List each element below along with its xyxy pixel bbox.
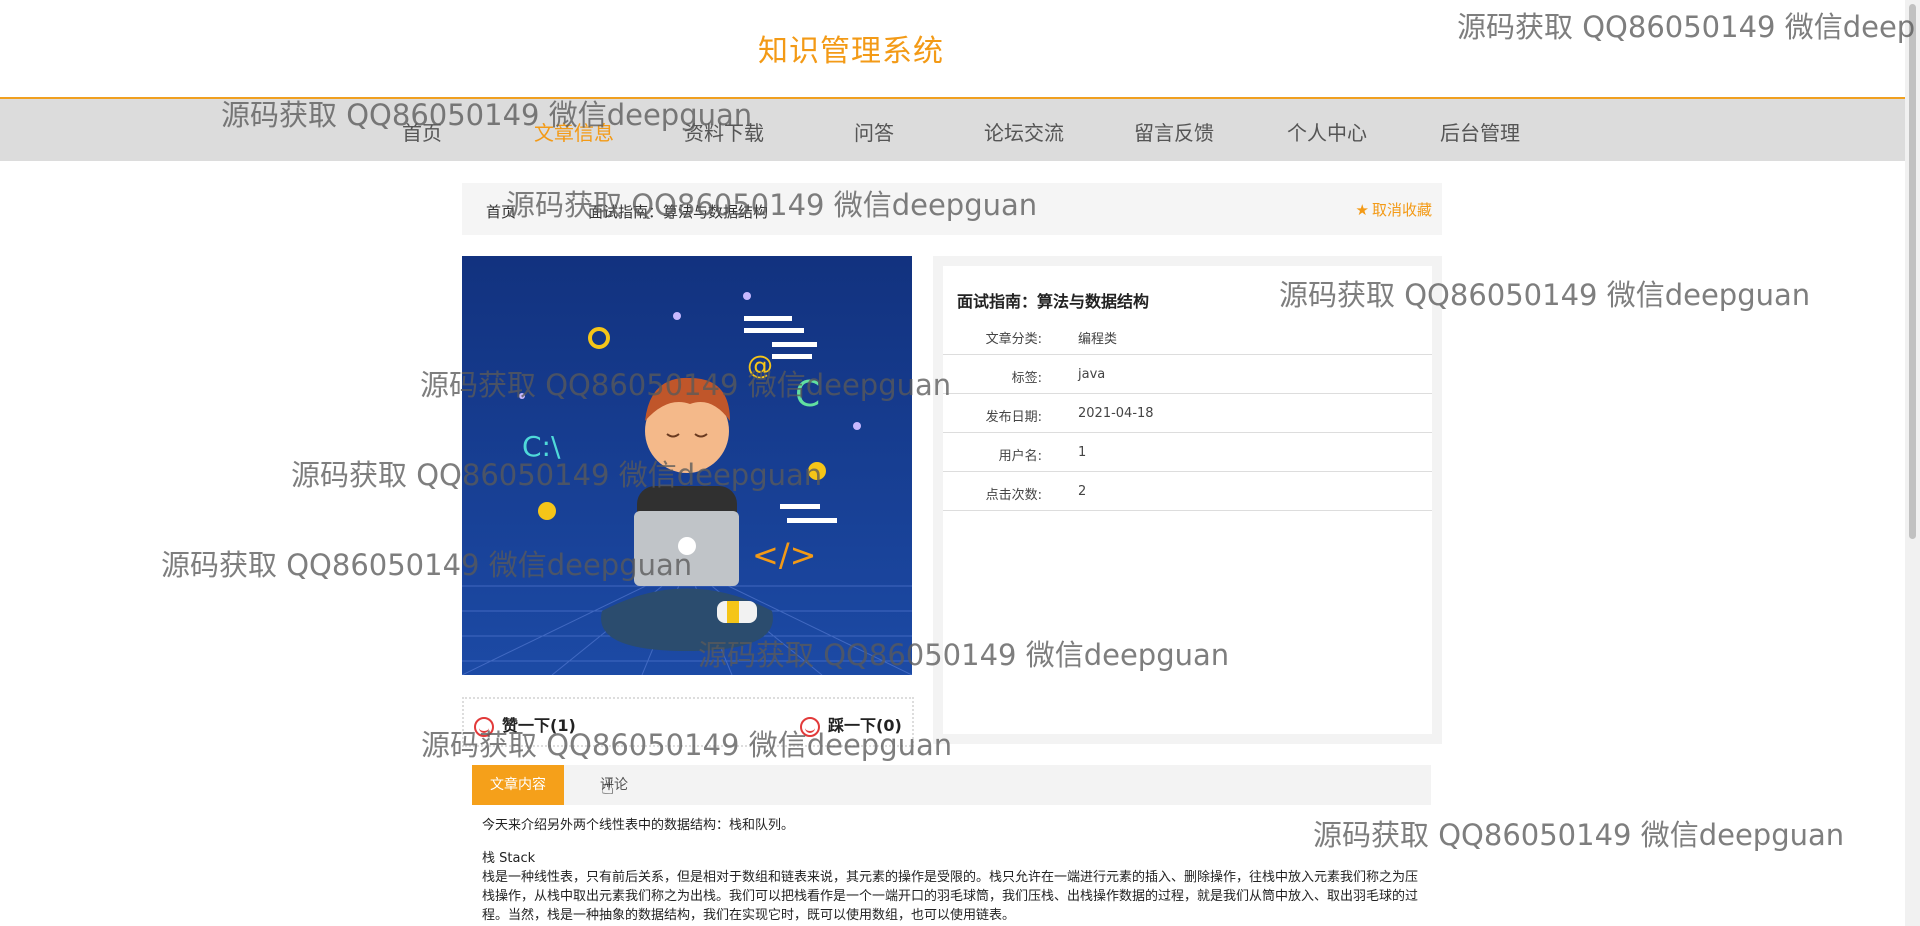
info-row-tag: 标签: java (943, 355, 1432, 394)
dislike-label: 踩一下(0) (828, 716, 902, 735)
sad-face-icon (800, 716, 820, 737)
click-count-value: 2 (1078, 484, 1087, 499)
mouse-cursor-icon: ☝ (601, 775, 615, 800)
article-cover-image: @ C C:\ </> (462, 256, 912, 675)
content-heading: 栈 Stack (482, 851, 536, 866)
info-row-date: 发布日期: 2021-04-18 (943, 394, 1432, 433)
nav-item-profile[interactable]: 个人中心 (1287, 117, 1367, 146)
scrollbar-thumb[interactable] (1909, 4, 1916, 539)
breadcrumb-home[interactable]: 首页 (486, 201, 516, 222)
article-info-card: 面试指南：算法与数据结构 文章分类: 编程类 标签: java 发布日期: 20… (943, 266, 1432, 734)
username-value: 1 (1078, 445, 1087, 460)
breadcrumb-current: 面试指南：算法与数据结构 (588, 203, 769, 221)
publish-date-label: 发布日期: (985, 410, 1042, 425)
svg-text:@: @ (747, 351, 773, 381)
publish-date-value: 2021-04-18 (1078, 406, 1154, 421)
article-title: 面试指南：算法与数据结构 (957, 292, 1150, 311)
tag-value: java (1078, 367, 1106, 382)
username-label: 用户名: (998, 449, 1042, 464)
like-label: 赞一下(1) (502, 716, 576, 735)
site-header: 知识管理系统 (0, 0, 1905, 99)
svg-text:C:\: C:\ (522, 430, 561, 463)
unfavorite-button[interactable]: ★ 取消收藏 (1356, 199, 1432, 220)
content-body: 栈是一种线性表，只有前后关系，但是相对于数组和链表来说，其元素的操作是受限的。栈… (482, 870, 1419, 923)
nav-item-qa[interactable]: 问答 (854, 117, 894, 146)
tag-label: 标签: (1011, 371, 1042, 386)
main-nav: 首页 文章信息 资料下载 问答 论坛交流 留言反馈 个人中心 后台管理 (0, 99, 1905, 161)
unfavorite-label: 取消收藏 (1371, 201, 1432, 219)
click-count-label: 点击次数: (985, 488, 1042, 503)
content-intro: 今天来介绍另外两个线性表中的数据结构：栈和队列。 (482, 818, 795, 833)
nav-item-home[interactable]: 首页 (402, 117, 442, 146)
site-title: 知识管理系统 (758, 34, 944, 69)
nav-item-downloads[interactable]: 资料下载 (684, 117, 764, 146)
page-scrollbar[interactable] (1905, 0, 1920, 926)
like-button[interactable]: 赞一下(1) (474, 712, 576, 737)
vote-bar: 赞一下(1) 踩一下(0) (462, 697, 914, 747)
star-icon: ★ (1355, 201, 1369, 219)
svg-text:</>: </> (752, 536, 816, 574)
smile-icon (474, 716, 494, 737)
dislike-button[interactable]: 踩一下(0) (800, 712, 902, 737)
programmer-illustration: @ C C:\ </> (462, 256, 912, 675)
nav-item-admin[interactable]: 后台管理 (1440, 117, 1520, 146)
nav-item-articles[interactable]: 文章信息 (534, 117, 614, 146)
breadcrumb: 首页 面试指南：算法与数据结构 ★ 取消收藏 (462, 183, 1442, 235)
article-content: 今天来介绍另外两个线性表中的数据结构：栈和队列。 栈 Stack 栈是一种线性表… (482, 816, 1422, 925)
category-label: 文章分类: (985, 332, 1042, 347)
info-row-category: 文章分类: 编程类 (943, 316, 1432, 355)
content-tabs: 文章内容 评论 (472, 765, 1431, 805)
article-info-panel: 面试指南：算法与数据结构 文章分类: 编程类 标签: java 发布日期: 20… (933, 256, 1442, 744)
nav-item-forum[interactable]: 论坛交流 (984, 117, 1064, 146)
tab-article-content[interactable]: 文章内容 (472, 765, 564, 805)
info-row-clicks: 点击次数: 2 (943, 472, 1432, 511)
info-row-username: 用户名: 1 (943, 433, 1432, 472)
svg-text:C: C (795, 374, 820, 415)
category-value: 编程类 (1078, 332, 1118, 347)
nav-item-feedback[interactable]: 留言反馈 (1134, 117, 1214, 146)
